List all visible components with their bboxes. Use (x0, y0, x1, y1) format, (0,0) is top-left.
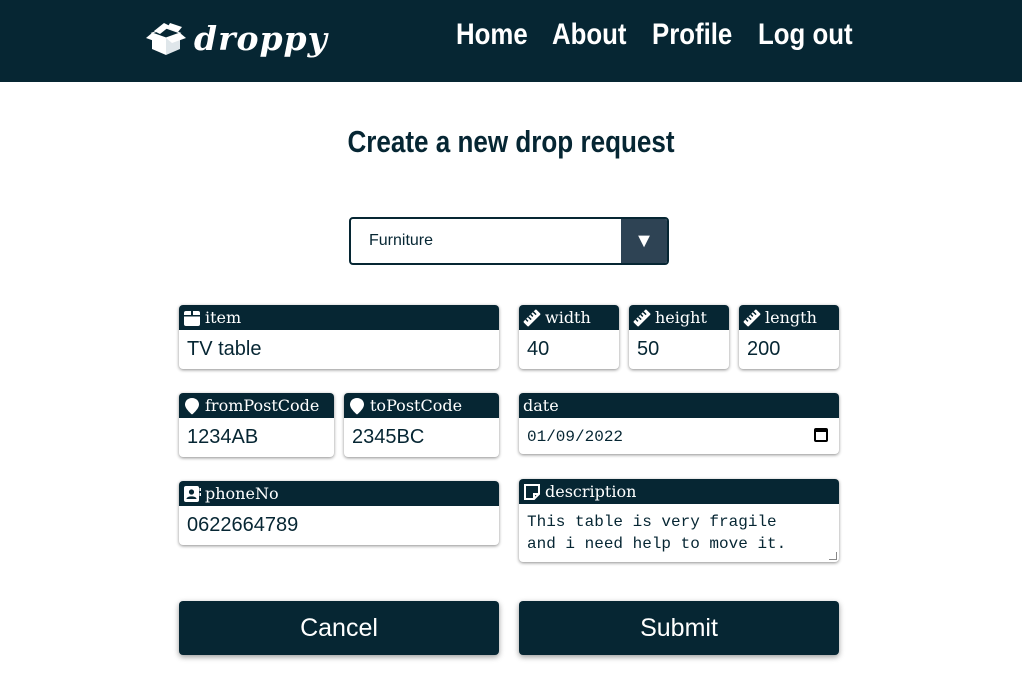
from-post-code-field-header: fromPostCode (179, 393, 334, 418)
from-post-code-field[interactable]: fromPostCode 1234AB (179, 393, 334, 457)
map-pin-icon (183, 397, 201, 415)
phone-label: phoneNo (205, 484, 279, 503)
to-post-code-field-header: toPostCode (344, 393, 499, 418)
nav-about-link[interactable]: About (552, 18, 627, 52)
note-icon (523, 483, 541, 501)
ruler-icon (523, 309, 541, 327)
ruler-icon (743, 309, 761, 327)
height-label: height (655, 308, 707, 327)
nav-logout-link[interactable]: Log out (758, 18, 853, 52)
category-select-value: Furniture (369, 232, 434, 249)
logo-text: droppy (194, 18, 328, 58)
date-input[interactable]: 01/09/2022 (519, 418, 839, 446)
phone-field-header: phoneNo (179, 481, 499, 506)
submit-button[interactable]: Submit (519, 601, 839, 655)
box-icon (183, 309, 201, 327)
height-field-header: height (629, 305, 729, 330)
width-input[interactable]: 40 (519, 330, 619, 361)
to-post-code-field[interactable]: toPostCode 2345BC (344, 393, 499, 457)
length-input[interactable]: 200 (739, 330, 839, 361)
date-label: date (523, 396, 559, 415)
top-navbar: droppy Home About Profile Log out (0, 0, 1022, 82)
phone-field[interactable]: phoneNo 0622664789 (179, 481, 499, 545)
phone-input[interactable]: 0622664789 (179, 506, 499, 537)
ruler-icon (633, 309, 651, 327)
width-field-header: width (519, 305, 619, 330)
description-field[interactable]: description This table is very fragile a… (519, 479, 839, 562)
from-post-code-input[interactable]: 1234AB (179, 418, 334, 449)
width-field[interactable]: width 40 (519, 305, 619, 369)
category-select[interactable]: Furniture ▼ (349, 217, 669, 265)
item-field-header: item (179, 305, 499, 330)
logo[interactable]: droppy (146, 16, 328, 60)
length-label: length (765, 308, 817, 327)
width-label: width (545, 308, 591, 327)
nav-home-link[interactable]: Home (456, 18, 528, 52)
calendar-icon[interactable] (814, 428, 828, 442)
box-logo-icon (146, 23, 186, 55)
length-field-header: length (739, 305, 839, 330)
cancel-button[interactable]: Cancel (179, 601, 499, 655)
map-pin-icon (348, 397, 366, 415)
length-field[interactable]: length 200 (739, 305, 839, 369)
description-label: description (545, 482, 637, 501)
date-field-header: date (519, 393, 839, 418)
item-label: item (205, 308, 242, 327)
item-field[interactable]: item TV table (179, 305, 499, 369)
resize-handle-icon[interactable] (829, 552, 837, 560)
height-input[interactable]: 50 (629, 330, 729, 361)
to-post-code-label: toPostCode (370, 396, 463, 415)
to-post-code-input[interactable]: 2345BC (344, 418, 499, 449)
chevron-down-icon[interactable]: ▼ (621, 219, 667, 263)
item-input[interactable]: TV table (179, 330, 499, 361)
nav-profile-link[interactable]: Profile (652, 18, 732, 52)
page-title: Create a new drop request (347, 124, 675, 159)
height-field[interactable]: height 50 (629, 305, 729, 369)
date-field[interactable]: date 01/09/2022 (519, 393, 839, 454)
main-nav: Home About Profile Log out (456, 18, 860, 52)
description-field-header: description (519, 479, 839, 504)
from-post-code-label: fromPostCode (205, 396, 320, 415)
contact-icon (183, 485, 201, 503)
description-textarea[interactable]: This table is very fragile and i need he… (519, 504, 839, 555)
